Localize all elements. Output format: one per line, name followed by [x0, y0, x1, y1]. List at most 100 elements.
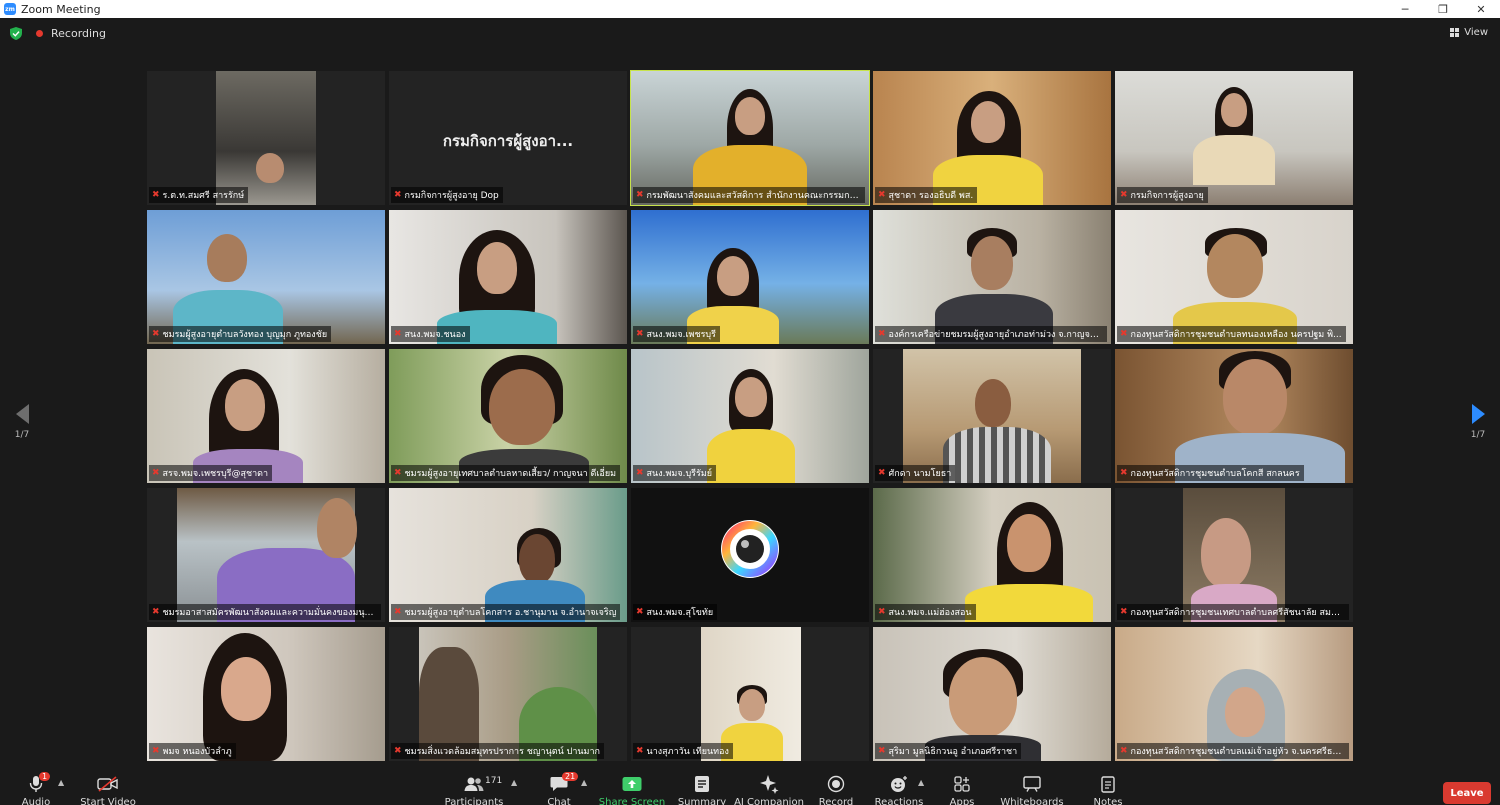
next-page-button[interactable]: 1/7 — [1468, 404, 1488, 440]
video-feed — [216, 71, 316, 205]
apps-button[interactable]: Apps — [927, 774, 997, 805]
video-feed — [873, 488, 1111, 622]
participant-name: ✖ กองทุนสวัสดิการชุมชนตำบลทนองเหลือง นครป… — [1117, 326, 1346, 342]
recording-indicator[interactable]: Recording — [36, 27, 106, 40]
participant-tile[interactable]: ✖ กองทุนสวัสดิการชุมชนตำบลทนองเหลือง นครป… — [1115, 210, 1353, 344]
mic-muted-icon: ✖ — [1120, 190, 1128, 200]
video-feed — [903, 349, 1081, 483]
participant-tile[interactable]: ✖ กองทุนสวัสดิการชุมชนตำบลแม่เจ้าอยู่หัว … — [1115, 627, 1353, 761]
participant-tile[interactable]: ✖ องค์กรเครือข่ายชมรมผู้สูงอายุอำเภอท่าม่… — [873, 210, 1111, 344]
reactions-options-caret-icon[interactable]: ▲ — [918, 778, 924, 787]
mic-muted-icon: ✖ — [152, 468, 160, 478]
participant-name: ✖ ศักดา นามโยธา — [875, 465, 956, 481]
video-off-icon — [97, 776, 118, 792]
participant-name: ✖ กองทุนสวัสดิการชุมชนตำบลโคกสี สกลนคร — [1117, 465, 1304, 481]
participant-tile-active-speaker[interactable]: ✖ กรมพัฒนาสังคมและสวัสดิการ สำนักงานคณะกร… — [630, 70, 870, 206]
zoom-logo-icon: zm — [4, 3, 16, 15]
ai-sparkle-icon — [760, 775, 779, 794]
grid-view-icon — [1450, 28, 1460, 37]
participant-tile[interactable]: ✖ ศักดา นามโยธา — [873, 349, 1111, 483]
notes-icon — [1101, 776, 1115, 793]
mic-muted-icon: ✖ — [878, 468, 886, 478]
reactions-smiley-icon — [891, 776, 907, 792]
participant-tile[interactable]: ✖ ชมรมผู้สูงอายุตำบลโคกสาร อ.ชานุมาน จ.อำ… — [389, 488, 627, 622]
participant-tile[interactable]: กรมกิจการผู้สูงอา... ✖ กรมกิจการผู้สูงอาย… — [389, 71, 627, 205]
participant-name: ✖ สุชาดา รองอธิบดี พส. — [875, 187, 978, 203]
participant-name: ✖ สนง.พมจ.แม่ฮ่องสอน — [875, 604, 976, 620]
mic-muted-icon: ✖ — [394, 468, 402, 478]
notes-button[interactable]: Notes — [1073, 774, 1143, 805]
summary-button[interactable]: Summary — [667, 774, 737, 805]
participant-name: ✖ ชมรมอาสาสมัครพัฒนาสังคมและความมั่นคงของ… — [149, 604, 381, 620]
video-feed — [631, 210, 869, 344]
security-shield-icon[interactable] — [10, 27, 22, 40]
start-video-button[interactable]: Start Video — [73, 774, 143, 805]
participant-name: ✖ สุริมา มูลนิธิกวนอู อำเภอศรีราชา — [875, 743, 1022, 759]
participant-tile[interactable]: ✖ สรจ.พมจ.เพชรบุรี@สุชาดา — [147, 349, 385, 483]
participant-tile[interactable]: ✖ สุริมา มูลนิธิกวนอู อำเภอศรีราชา — [873, 627, 1111, 761]
participant-tile[interactable]: ✖ พมจ หนองบัวลำภู — [147, 627, 385, 761]
participant-tile[interactable]: ✖ ชมรมอาสาสมัครพัฒนาสังคมและความมั่นคงของ… — [147, 488, 385, 622]
participant-tile[interactable]: ✖ สุชาดา รองอธิบดี พส. — [873, 71, 1111, 205]
participant-tile[interactable]: ✖ กรมกิจการผู้สูงอายุ — [1115, 71, 1353, 205]
share-screen-button[interactable]: Share Screen — [597, 774, 667, 805]
participant-tile[interactable]: ✖ นางสุภาวัน เทียนทอง — [631, 627, 869, 761]
participant-name: ✖ ชมรมผู้สูงอายุตำบลวังทอง บุญมุก ภูทองชั… — [149, 326, 332, 342]
minimize-button[interactable]: ─ — [1386, 0, 1424, 18]
camera-app-logo-icon — [721, 520, 779, 578]
participant-name: ✖ องค์กรเครือข่ายชมรมผู้สูงอายุอำเภอท่าม่… — [875, 326, 1107, 342]
leave-button[interactable]: Leave — [1443, 782, 1491, 804]
whiteboards-button[interactable]: Whiteboards — [997, 774, 1067, 805]
video-feed — [147, 349, 385, 483]
participants-options-caret-icon[interactable]: ▲ — [511, 778, 517, 787]
record-label: Record — [818, 797, 854, 805]
audio-badge: 1 — [39, 772, 51, 781]
video-feed — [873, 210, 1111, 344]
close-button[interactable]: ✕ — [1462, 0, 1500, 18]
participant-tile[interactable]: ✖ ร.ต.ท.สมศรี สารรักษ์ — [147, 71, 385, 205]
previous-page-button[interactable]: 1/7 — [12, 404, 32, 440]
video-feed — [701, 627, 801, 761]
chat-options-caret-icon[interactable]: ▲ — [581, 778, 587, 787]
participant-tile[interactable]: ✖ ชมรมผู้สูงอายุเทศบาลตำบลหาดเสี้ยว/ กาญจ… — [389, 349, 627, 483]
participant-tile[interactable]: ✖ สนง.พมจ.แม่ฮ่องสอน — [873, 488, 1111, 622]
video-feed — [147, 627, 385, 761]
participant-tile[interactable]: ✖ กองทุนสวัสดิการชุมชนเทศบาลตำบลศรีสัชนาล… — [1115, 488, 1353, 622]
participant-tile[interactable]: ✖ สนง.พมจ.เพชรบุรี — [631, 210, 869, 344]
record-icon — [827, 775, 845, 793]
record-button[interactable]: Record — [801, 774, 871, 805]
title-bar: zm Zoom Meeting ─ ❐ ✕ — [0, 0, 1500, 18]
notes-label: Notes — [1093, 797, 1123, 805]
mic-muted-icon: ✖ — [636, 746, 644, 756]
left-arrow-icon — [15, 404, 29, 424]
mic-muted-icon: ✖ — [878, 607, 886, 617]
audio-options-caret-icon[interactable]: ▲ — [58, 778, 64, 787]
participant-name: ✖ ชมรมผู้สูงอายุเทศบาลตำบลหาดเสี้ยว/ กาญจ… — [391, 465, 621, 481]
participant-name: ✖ พมจ หนองบัวลำภู — [149, 743, 236, 759]
mic-muted-icon: ✖ — [878, 746, 886, 756]
participant-tile[interactable]: ✖ สนง.พมจ.บุรีรัมย์ — [631, 349, 869, 483]
ai-companion-button[interactable]: AI Companion — [734, 774, 804, 805]
recording-label: Recording — [51, 27, 107, 40]
participant-tile[interactable]: ✖ ชมรมผู้สูงอายุตำบลวังทอง บุญมุก ภูทองชั… — [147, 210, 385, 344]
participant-tile[interactable]: ✖ กองทุนสวัสดิการชุมชนตำบลโคกสี สกลนคร — [1115, 349, 1353, 483]
mic-muted-icon: ✖ — [878, 329, 886, 339]
participant-tile[interactable]: ✖ สนง.พมจ.สุโขทัย — [631, 488, 869, 622]
participant-name: ✖ ชมรมผู้สูงอายุตำบลโคกสาร อ.ชานุมาน จ.อำ… — [391, 604, 621, 620]
video-feed — [631, 349, 869, 483]
ai-companion-label: AI Companion — [734, 797, 804, 805]
mic-muted-icon: ✖ — [1120, 746, 1128, 756]
participant-tile[interactable]: ✖ สนง.พมจ.ชนอง — [389, 210, 627, 344]
video-feed — [419, 627, 597, 761]
participants-button[interactable]: 171 Participants — [439, 774, 509, 805]
mic-muted-icon: ✖ — [152, 329, 160, 339]
participant-name: ✖ สนง.พมจ.ชนอง — [391, 326, 470, 342]
right-arrow-icon — [1471, 404, 1485, 424]
participant-tile[interactable]: ✖ ชมรมสิ่งแวดล้อมสมุทรปราการ ชญานุตน์ ปาน… — [389, 627, 627, 761]
video-feed — [873, 71, 1111, 205]
mic-muted-icon: ✖ — [636, 190, 644, 200]
mic-muted-icon: ✖ — [394, 746, 402, 756]
share-screen-label: Share Screen — [598, 797, 666, 805]
maximize-button[interactable]: ❐ — [1424, 0, 1462, 18]
view-button[interactable]: View — [1450, 27, 1488, 38]
